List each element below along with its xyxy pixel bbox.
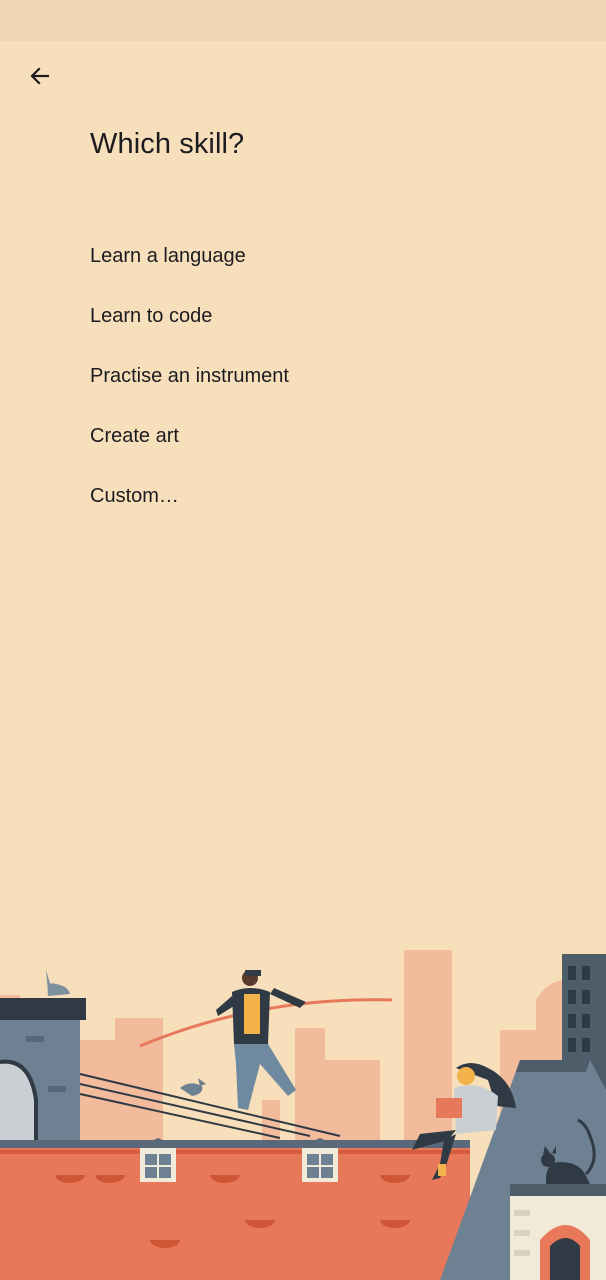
bird-illustration <box>46 970 70 996</box>
skill-options-list: Learn a language Learn to code Practise … <box>90 236 289 536</box>
small-bird-illustration <box>180 1078 206 1096</box>
option-learn-code[interactable]: Learn to code <box>90 296 289 356</box>
option-create-art[interactable]: Create art <box>90 416 289 476</box>
status-bar <box>0 0 606 41</box>
left-chimney-building <box>0 998 86 1148</box>
page-title: Which skill? <box>90 128 245 160</box>
option-practise-instrument[interactable]: Practise an instrument <box>90 356 289 416</box>
back-button[interactable] <box>22 58 58 94</box>
option-custom[interactable]: Custom… <box>90 476 289 536</box>
red-roof <box>0 1138 470 1280</box>
arrow-left-icon <box>28 64 52 88</box>
option-learn-language[interactable]: Learn a language <box>90 236 289 296</box>
rooftop-illustration <box>0 940 606 1280</box>
